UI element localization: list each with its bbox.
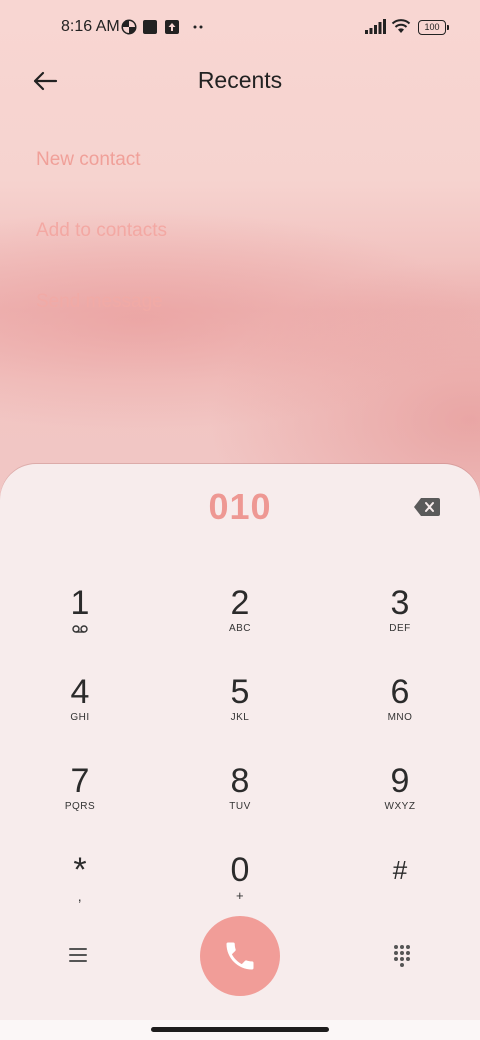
key-digit: # <box>392 855 408 885</box>
key-letters: DEF <box>389 623 411 634</box>
key-digit: 0 <box>230 851 250 889</box>
signal-icon <box>365 19 386 34</box>
key-digit: * <box>73 851 87 889</box>
key-letters: PQRS <box>64 801 96 812</box>
key-4[interactable]: 4 GHI <box>20 673 140 753</box>
key-3[interactable]: 3 DEF <box>340 584 460 664</box>
key-digit: 4 <box>70 673 90 711</box>
status-bar: 8:16 AM 100 <box>0 0 480 56</box>
key-letters: + <box>235 888 245 903</box>
key-1[interactable]: 1 <box>20 584 140 664</box>
pinwheel-app-icon <box>121 19 137 35</box>
key-6[interactable]: 6 MNO <box>340 673 460 753</box>
key-digit: 9 <box>390 762 410 800</box>
key-digit: 7 <box>70 762 90 800</box>
key-digit: 5 <box>230 673 250 711</box>
key-letters: , <box>77 888 83 904</box>
key-digit: 6 <box>390 673 410 711</box>
key-5[interactable]: 5 JKL <box>180 673 300 753</box>
send-message-option[interactable]: Send message <box>36 291 163 313</box>
key-digit: 1 <box>70 584 90 622</box>
key-letters: ABC <box>228 623 252 634</box>
key-8[interactable]: 8 TUV <box>180 762 300 842</box>
home-indicator[interactable] <box>151 1027 329 1032</box>
key-digit: 3 <box>390 584 410 622</box>
upload-app-icon <box>165 20 179 34</box>
status-time: 8:16 AM <box>61 18 120 35</box>
call-button[interactable] <box>200 916 280 996</box>
key-9[interactable]: 9 WXYZ <box>340 762 460 842</box>
dialed-number[interactable]: 010 <box>0 486 480 528</box>
new-contact-option[interactable]: New contact <box>36 149 141 171</box>
wifi-icon <box>391 19 411 33</box>
phone-icon <box>226 942 254 970</box>
key-hash[interactable]: # <box>340 851 460 931</box>
dialpad-icon[interactable] <box>390 943 414 967</box>
key-7[interactable]: 7 PQRS <box>20 762 140 842</box>
page-title: Recents <box>197 67 283 93</box>
key-letters: GHI <box>70 712 90 723</box>
key-digit: 8 <box>230 762 250 800</box>
key-letters: WXYZ <box>384 801 416 812</box>
more-dots-icon <box>193 25 203 29</box>
menu-icon[interactable] <box>66 943 90 967</box>
key-2[interactable]: 2 ABC <box>180 584 300 664</box>
backspace-icon[interactable] <box>413 497 441 517</box>
key-star[interactable]: * , <box>20 851 140 931</box>
key-letters: JKL <box>230 712 250 723</box>
square-app-icon <box>143 20 157 34</box>
key-letters: TUV <box>229 801 251 812</box>
battery-icon: 100 <box>418 20 449 35</box>
voicemail-icon <box>72 625 88 633</box>
key-letters: MNO <box>387 712 413 723</box>
add-to-contacts-option[interactable]: Add to contacts <box>36 220 167 242</box>
key-digit: 2 <box>230 584 250 622</box>
